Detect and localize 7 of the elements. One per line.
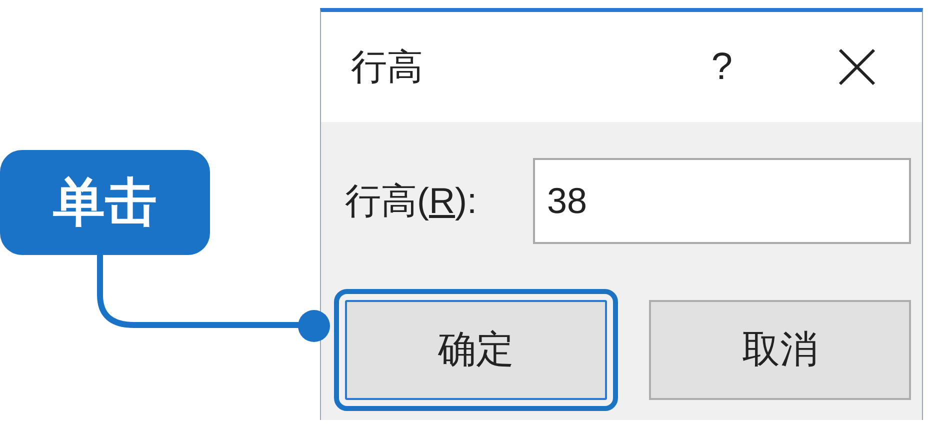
callout-label: 单击 <box>0 150 210 255</box>
help-button[interactable]: ? <box>692 38 752 96</box>
close-icon <box>837 47 877 87</box>
dialog-title: 行高 <box>351 45 423 89</box>
row-height-label: 行高(R): <box>345 179 478 223</box>
row-height-field[interactable]: 38 <box>533 158 911 244</box>
cancel-button[interactable]: 取消 <box>649 300 911 400</box>
